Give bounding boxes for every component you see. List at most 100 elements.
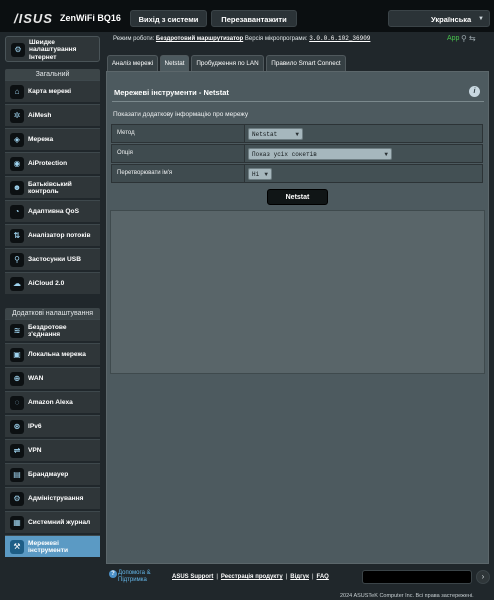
firmware-version-link[interactable]: 3.0.0.6.102_36909 xyxy=(309,35,370,42)
sidebar-item-label: AiMesh xyxy=(28,112,52,120)
sidebar-item-label: Адміністрування xyxy=(28,495,84,503)
alexa-icon: ◌ xyxy=(10,396,24,410)
help-support-link[interactable]: Допомога & Підтримка xyxy=(118,570,162,583)
footer-links: ASUS Support | Реєстрація продукту | Відгук |… xyxy=(172,574,329,580)
operation-mode-link[interactable]: Бездротовий маршрутизатор xyxy=(156,36,243,42)
sidebar-item[interactable]: ⊕ WAN xyxy=(5,367,100,389)
sidebar-item[interactable]: ◔ Адаптивна QoS xyxy=(5,200,100,222)
resolve-name-value: Ні xyxy=(252,171,260,178)
reboot-button[interactable]: Перезавантажити xyxy=(211,10,297,27)
tab[interactable]: Пробудження по LAN xyxy=(191,55,264,71)
adaptive-qos-icon: ◔ xyxy=(10,205,24,219)
aicloud-icon: ☁ xyxy=(10,277,24,291)
netstat-button[interactable]: Netstat xyxy=(267,189,328,205)
network-icon: ◈ xyxy=(10,133,24,147)
quick-setup-icon: ⚙ xyxy=(11,43,25,57)
sidebar-item-label: Мережа xyxy=(28,136,54,144)
quick-internet-setup[interactable]: ⚙ Швидке налаштування Інтернет xyxy=(5,36,100,62)
sidebar-item-label: AiCloud 2.0 xyxy=(28,280,65,288)
sidebar-item-label: Бездротове з'єднання xyxy=(28,323,67,339)
chevron-down-icon: ▼ xyxy=(478,16,484,22)
sidebar-item-label: VPN xyxy=(28,447,42,455)
option-row: Опція Показ усіх сокетів ▼ xyxy=(111,144,483,163)
language-select[interactable]: Українська ▼ xyxy=(388,10,490,27)
sidebar-item[interactable]: ⌂ Карта мережі xyxy=(5,80,100,102)
sidebar-item[interactable]: ▦ Системний журнал xyxy=(5,511,100,533)
sidebar-item-label: Брандмауер xyxy=(28,471,69,479)
sidebar-item-label: Карта мережі xyxy=(28,88,72,96)
faq-link[interactable]: FAQ xyxy=(317,574,329,580)
administration-icon: ⚙ xyxy=(10,492,24,506)
sidebar-item[interactable]: ◉ AiProtection xyxy=(5,152,100,174)
firewall-icon: ▤ xyxy=(10,468,24,482)
tab[interactable]: Правило Smart Connect xyxy=(266,55,346,71)
resolve-name-select[interactable]: Ні ▼ xyxy=(248,168,272,180)
sidebar-item[interactable]: ☁ AiCloud 2.0 xyxy=(5,272,100,294)
sidebar-item-label: Локальна мережа xyxy=(28,351,86,359)
model-name: ZenWiFi BQ16 xyxy=(60,13,121,23)
usb-status-icon[interactable]: ⚲ xyxy=(461,34,469,43)
system-log-icon: ▦ xyxy=(10,516,24,530)
wireless-icon: ≋ xyxy=(10,324,24,338)
logout-button[interactable]: Вихід з системи xyxy=(130,10,207,27)
usb-apps-icon: ⚲ xyxy=(10,253,24,267)
asus-support-link[interactable]: ASUS Support xyxy=(172,574,213,580)
chevron-down-icon: ▼ xyxy=(384,151,388,158)
sidebar-item[interactable]: ◈ Мережа xyxy=(5,128,100,150)
lan-icon: ▣ xyxy=(10,348,24,362)
sidebar-item[interactable]: ⇌ VPN xyxy=(5,439,100,461)
sidebar-item-label: Мережеві інструменти xyxy=(28,539,69,555)
status-icons: ⚲⇆ xyxy=(461,34,478,43)
tab[interactable]: Netstat xyxy=(160,55,189,71)
tab[interactable]: Аналіз мережі xyxy=(107,55,158,71)
page-description: Показати додаткову інформацію про мережу xyxy=(113,111,249,118)
sidebar-item[interactable]: ▤ Брандмауер xyxy=(5,463,100,485)
copyright: 2024 ASUSTeK Computer Inc. Всі права зас… xyxy=(340,593,474,599)
search-icon[interactable]: › xyxy=(476,570,490,584)
sidebar-item[interactable]: ⊛ IPv6 xyxy=(5,415,100,437)
quick-setup-label: Швидке налаштування Інтернет xyxy=(29,38,77,61)
sidebar-item[interactable]: ⇅ Аналізатор потоків xyxy=(5,224,100,246)
sidebar-item-label: Amazon Alexa xyxy=(28,399,73,407)
netstat-output[interactable] xyxy=(110,210,485,374)
help-support-icon: ? xyxy=(109,570,117,578)
sidebar-item[interactable]: ≋ Бездротове з'єднання xyxy=(5,319,100,341)
sidebar-item[interactable]: ⚲ Застосунки USB xyxy=(5,248,100,270)
chevron-down-icon: ▼ xyxy=(264,171,268,178)
resolve-name-label: Перетворювати ім'я xyxy=(112,165,245,182)
status-line: Режим роботи: Бездротовий маршрутизатор … xyxy=(113,35,370,42)
search-input[interactable] xyxy=(362,570,472,584)
sidebar-item-label: Батьківський контроль xyxy=(28,180,72,196)
help-icon[interactable]: i xyxy=(469,86,480,97)
sidebar-item-label: Адаптивна QoS xyxy=(28,208,79,216)
sidebar-item[interactable]: ⚒ Мережеві інструменти xyxy=(5,535,100,557)
option-label: Опція xyxy=(112,145,245,162)
language-value: Українська xyxy=(431,15,472,24)
product-registration-link[interactable]: Реєстрація продукту xyxy=(221,574,283,580)
sidebar-item-label: Системний журнал xyxy=(28,519,91,527)
notification-icon[interactable]: ⇆ xyxy=(469,34,478,43)
chevron-down-icon: ▼ xyxy=(295,131,299,138)
method-label: Метод xyxy=(112,125,245,142)
resolve-name-row: Перетворювати ім'я Ні ▼ xyxy=(111,164,483,183)
page-title: Мережеві інструменти - Netstat xyxy=(114,88,229,97)
sidebar-item[interactable]: ◌ Amazon Alexa xyxy=(5,391,100,413)
sidebar-item[interactable]: ✲ AiMesh xyxy=(5,104,100,126)
option-value: Показ усіх сокетів xyxy=(252,151,317,158)
sidebar-item[interactable]: ▣ Локальна мережа xyxy=(5,343,100,365)
aiprotection-icon: ◉ xyxy=(10,157,24,171)
firmware-label: Версія мікропрограми: xyxy=(244,36,308,42)
vpn-icon: ⇌ xyxy=(10,444,24,458)
title-divider xyxy=(112,101,484,102)
traffic-analyzer-icon: ⇅ xyxy=(10,229,24,243)
asus-logo: /ISUS xyxy=(14,11,53,26)
method-row: Метод Netstat ▼ xyxy=(111,124,483,143)
option-select[interactable]: Показ усіх сокетів ▼ xyxy=(248,148,392,160)
app-link[interactable]: App xyxy=(447,35,459,42)
feedback-link[interactable]: Відгук xyxy=(290,574,309,580)
method-select[interactable]: Netstat ▼ xyxy=(248,128,303,140)
method-value: Netstat xyxy=(252,131,278,138)
sidebar-item[interactable]: ☻ Батьківський контроль xyxy=(5,176,100,198)
sidebar-item[interactable]: ⚙ Адміністрування xyxy=(5,487,100,509)
sidebar-item-label: Аналізатор потоків xyxy=(28,232,91,240)
